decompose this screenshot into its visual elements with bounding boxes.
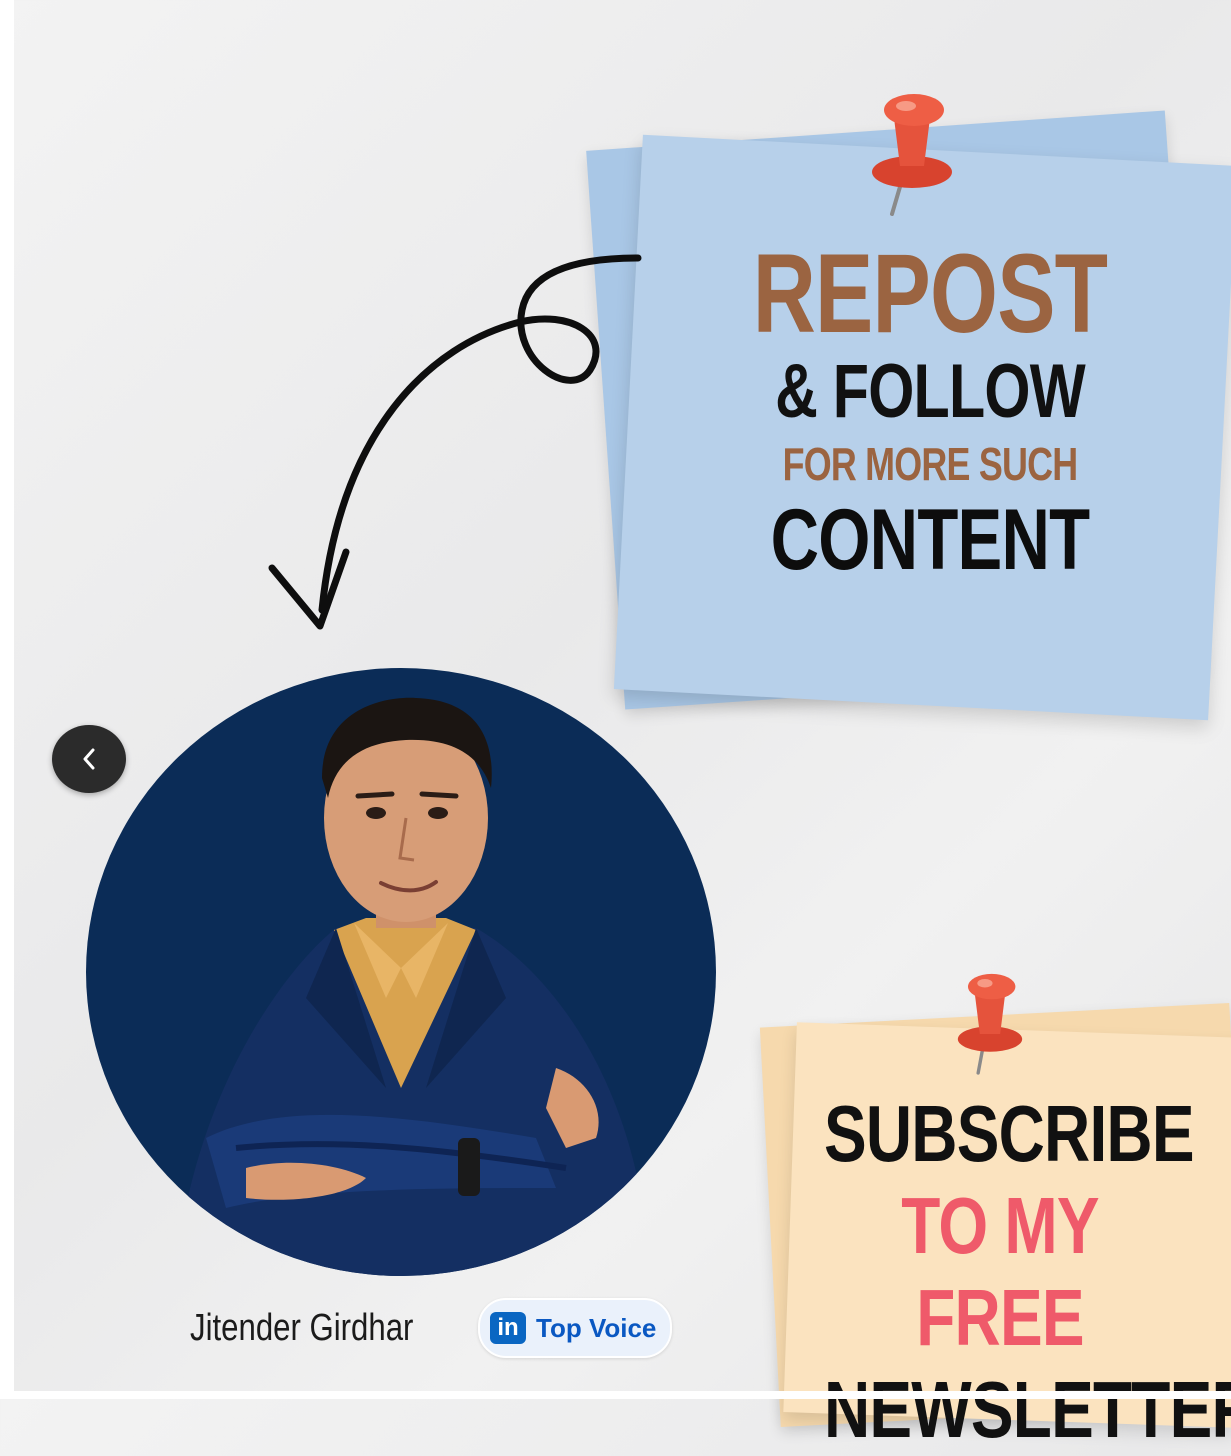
newsletter-message: SUBSCRIBE TO MY FREE NEWSLETTER <box>824 1088 1231 1456</box>
author-avatar <box>86 668 716 1276</box>
author-name: Jitender Girdhar <box>190 1306 414 1349</box>
subscribe-text: SUBSCRIBE <box>824 1089 1195 1178</box>
carousel-prev-button[interactable] <box>52 725 126 793</box>
page-edge-bottom <box>0 1391 1231 1399</box>
chevron-left-icon <box>83 748 95 770</box>
repost-follow-message: REPOST & FOLLOW FOR MORE SUCH CONTENT <box>751 231 1110 589</box>
page-edge-left <box>0 0 14 1399</box>
author-info: Jitender Girdhar in Top Voice <box>190 1292 673 1364</box>
to-my-free-text: TO MY FREE <box>901 1181 1099 1362</box>
top-voice-badge[interactable]: in Top Voice <box>478 1298 673 1358</box>
content-text: CONTENT <box>770 492 1091 588</box>
badge-label: Top Voice <box>536 1312 657 1343</box>
linkedin-icon: in <box>490 1312 526 1344</box>
newsletter-text: NEWSLETTER <box>824 1365 1231 1454</box>
pushpin-icon <box>872 94 952 216</box>
pushpin-icon <box>957 973 1023 1075</box>
repost-text: REPOST <box>752 231 1108 356</box>
follow-text: & FOLLOW <box>775 349 1086 434</box>
curly-arrow-icon <box>268 254 642 630</box>
for-more-text: FOR MORE SUCH <box>782 438 1079 490</box>
